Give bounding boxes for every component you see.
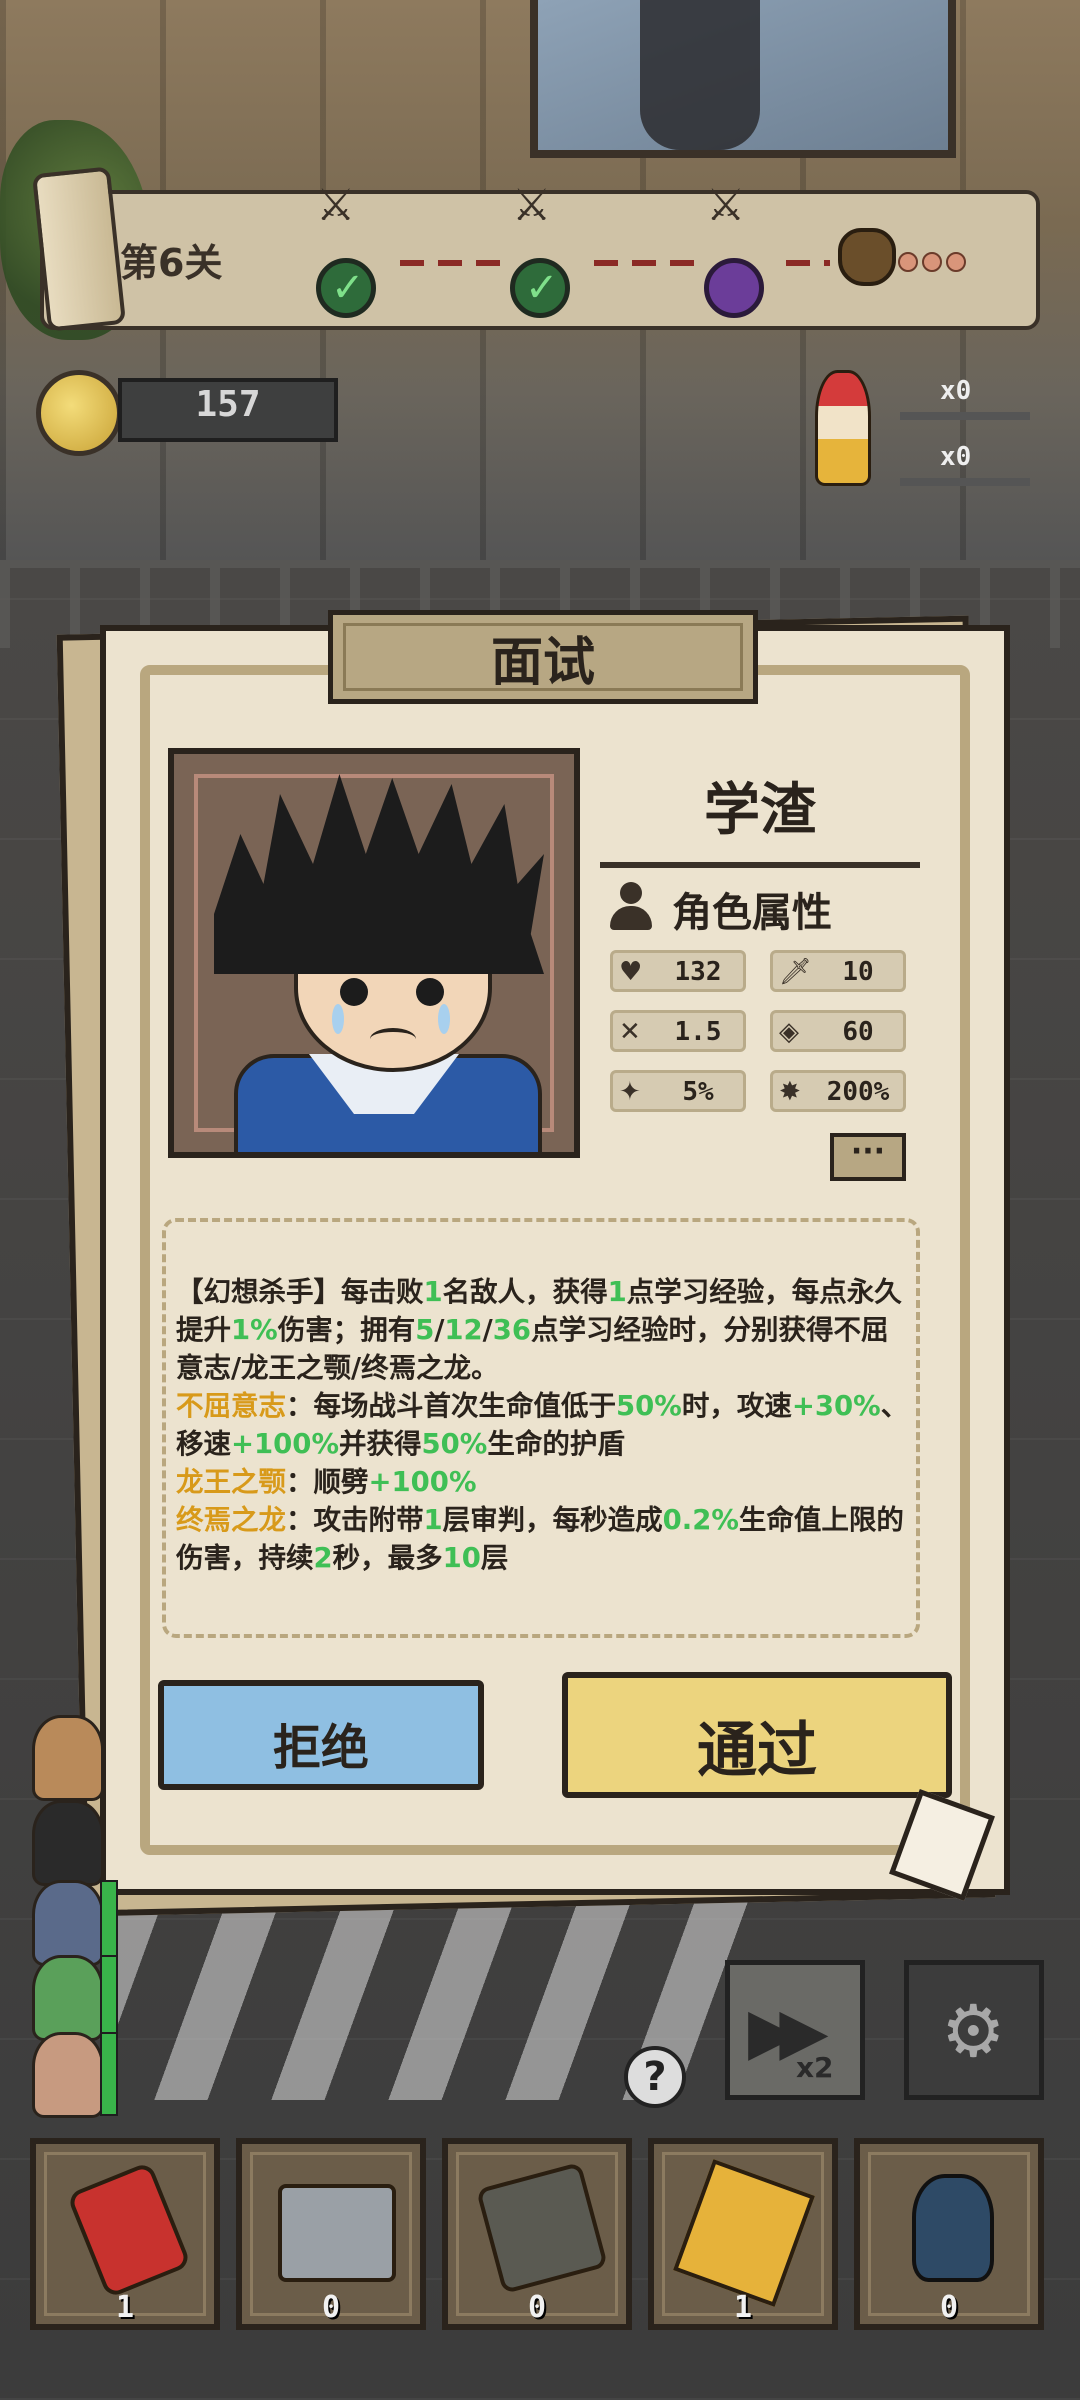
stat-value: 1.5 xyxy=(674,1017,722,1047)
party-member-avatar[interactable] xyxy=(32,1955,104,2041)
sword-icon: 🗡 xyxy=(779,957,813,987)
stage-cleared-icon xyxy=(316,258,376,318)
stat-value: 200% xyxy=(826,1077,890,1107)
more-details-button[interactable]: ··· xyxy=(830,1133,906,1181)
attack-speed-icon: ✕ xyxy=(619,1017,641,1047)
skill-final-dragon: 终焉之龙：攻击附带1层审判，每秒造成0.2%生命值上限的伤害，持续2秒，最多10… xyxy=(176,1504,904,1574)
coin-count: 157 xyxy=(195,384,261,425)
reject-button[interactable]: 拒绝 xyxy=(158,1680,484,1790)
name-divider xyxy=(600,862,920,868)
item-count: 1 xyxy=(115,2290,135,2325)
crit-icon: ✦ xyxy=(619,1077,641,1107)
stage-dot-icon xyxy=(946,252,966,272)
stage-path xyxy=(786,260,830,266)
party-member-health-bar xyxy=(100,2032,118,2116)
party-member-avatar[interactable] xyxy=(32,2032,104,2118)
crossed-swords-icon: ⚔ xyxy=(512,180,552,231)
item-slot-scroll[interactable]: 0 xyxy=(442,2138,632,2330)
level-scroll-icon xyxy=(31,166,127,332)
attributes-title: 角色属性 xyxy=(672,890,832,936)
level-label: 第6关 xyxy=(120,241,223,285)
skill-unyielding-will: 不屈意志：每场战斗首次生命值低于50%时，攻速+30%、移速+100%并获得50… xyxy=(176,1390,909,1460)
pass-button-label: 通过 xyxy=(697,1716,817,1786)
speed-multiplier: x2 xyxy=(796,2051,834,2084)
enemy-portrait-icon xyxy=(815,370,871,486)
party-member-avatar[interactable] xyxy=(32,1715,104,1801)
gear-icon: ⚙ xyxy=(941,1989,1006,2073)
speed-toggle-button[interactable]: ▶▶ x2 xyxy=(725,1960,865,2100)
skill-main-text: 【幻想杀手】每击败1名敌人，获得1点学习经验，每点永久提升1%伤害；拥有5/12… xyxy=(176,1276,902,1384)
item-slot-bomb[interactable]: 0 xyxy=(854,2138,1044,2330)
stat-value: 60 xyxy=(842,1017,874,1047)
item-count: 0 xyxy=(527,2290,547,2325)
help-button[interactable]: ? xyxy=(624,2046,686,2108)
character-name: 学渣 xyxy=(704,778,816,843)
reject-button-label: 拒绝 xyxy=(272,1720,369,1776)
bomb-icon xyxy=(912,2174,994,2282)
pass-button[interactable]: 通过 xyxy=(562,1672,952,1798)
enemy-counter-bar xyxy=(900,412,1030,420)
item-count: 0 xyxy=(939,2290,959,2325)
stat-value: 5% xyxy=(682,1077,714,1107)
heart-icon: ♥ xyxy=(619,957,643,987)
stat-value: 10 xyxy=(842,957,874,987)
coin-icon xyxy=(36,370,122,456)
person-icon xyxy=(608,882,654,932)
party-member-health-bar xyxy=(100,1955,118,2039)
crossed-swords-icon: ⚔ xyxy=(706,180,746,231)
stat-attack-speed: ✕ 1.5 xyxy=(610,1010,746,1052)
party-member-health-bar xyxy=(100,1880,118,1964)
reward-bag-icon xyxy=(838,228,896,286)
stat-value: 132 xyxy=(674,957,722,987)
skill-description: 【幻想杀手】每击败1名敌人，获得1点学习经验，每点永久提升1%伤害；拥有5/12… xyxy=(176,1273,911,1577)
item-count: 0 xyxy=(321,2290,341,2325)
crit-damage-icon: ✸ xyxy=(779,1077,801,1107)
stat-attack: 🗡 10 xyxy=(770,950,906,992)
item-count: 1 xyxy=(733,2290,753,2325)
party-member-avatar[interactable] xyxy=(32,1800,104,1886)
item-slot-talisman[interactable]: 1 xyxy=(648,2138,838,2330)
boss-stage-icon xyxy=(704,258,764,318)
crossed-swords-icon: ⚔ xyxy=(316,180,356,231)
first-aid-kit-icon xyxy=(278,2184,396,2282)
party-member-avatar[interactable] xyxy=(32,1880,104,1966)
item-slot-cola[interactable]: 1 xyxy=(30,2138,220,2330)
settings-button[interactable]: ⚙ xyxy=(904,1960,1044,2100)
stage-dot-icon xyxy=(898,252,918,272)
stat-health: ♥ 132 xyxy=(610,950,746,992)
stat-range: ◈ 60 xyxy=(770,1010,906,1052)
stat-crit-damage: ✸ 200% xyxy=(770,1070,906,1112)
enemy-counter: x0 xyxy=(940,376,972,406)
item-slot-first-aid[interactable]: 0 xyxy=(236,2138,426,2330)
stage-path xyxy=(594,260,694,266)
enemy-counter-bar xyxy=(900,478,1030,486)
stat-crit-rate: ✦ 5% xyxy=(610,1070,746,1112)
stage-dot-icon xyxy=(922,252,942,272)
enemy-counter: x0 xyxy=(940,442,972,472)
stage-path xyxy=(400,260,500,266)
range-icon: ◈ xyxy=(779,1017,799,1047)
dialog-title: 面试 xyxy=(490,633,595,693)
character-portrait xyxy=(168,748,580,1158)
background-figure xyxy=(640,0,760,150)
skill-dragon-jaw: 龙王之颚：顺劈+100% xyxy=(176,1466,477,1498)
stage-cleared-icon xyxy=(510,258,570,318)
